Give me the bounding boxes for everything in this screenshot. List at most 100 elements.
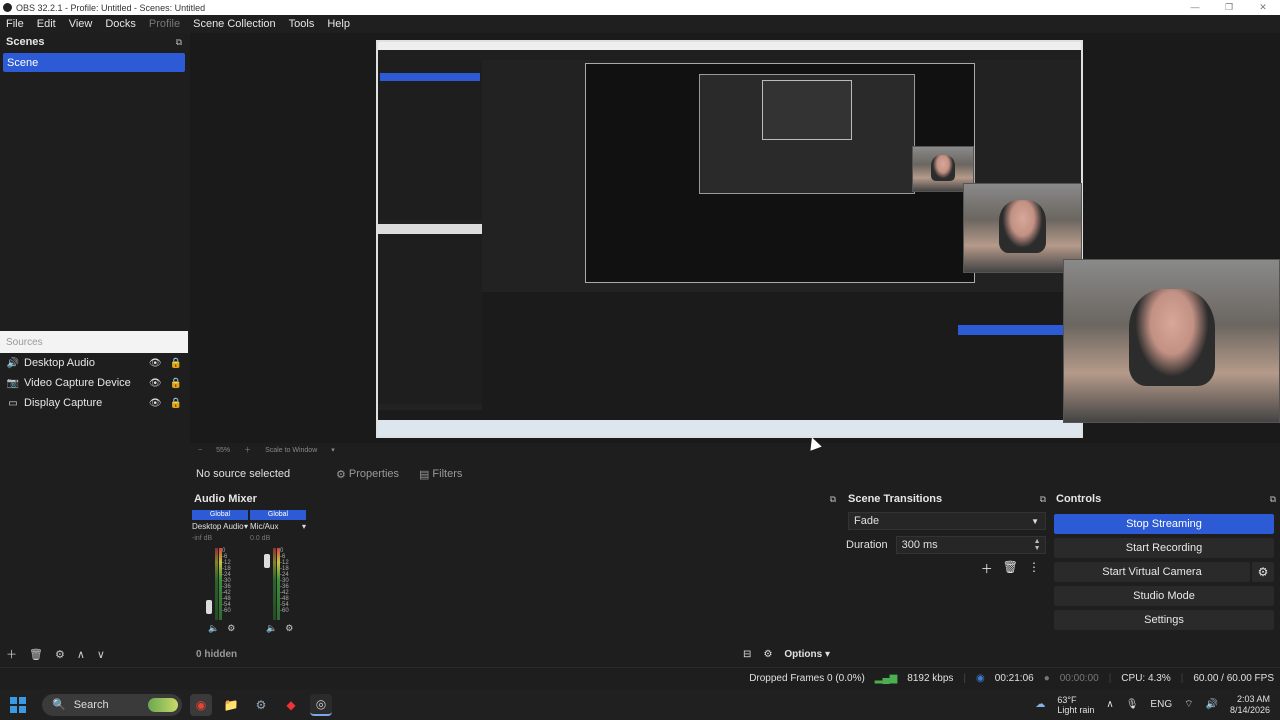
meter-bar xyxy=(215,548,218,620)
nested-scenes-dock xyxy=(378,60,482,220)
move-up-icon[interactable]: ∧ xyxy=(77,648,85,661)
virtual-camera-gear-icon[interactable]: ⚙ xyxy=(1252,562,1274,582)
search-label: Search xyxy=(73,698,109,711)
scale-mode-select[interactable]: Scale to Window xyxy=(265,447,317,454)
filters-button[interactable]: ▤ Filters xyxy=(419,468,462,481)
more-options-icon[interactable]: ⋮ xyxy=(1028,560,1040,577)
advanced-audio-gear-icon[interactable]: ⚙ xyxy=(763,649,772,660)
remove-source-icon[interactable]: 🗑 xyxy=(29,648,43,661)
sources-header: Sources xyxy=(0,331,188,353)
webcam-feed[interactable] xyxy=(1063,259,1280,423)
maximize-button[interactable]: ❐ xyxy=(1212,2,1246,13)
source-display-capture[interactable]: ▭ Display Capture 👁 🔒 xyxy=(0,393,188,413)
wifi-icon[interactable]: ⌔ xyxy=(1184,698,1193,711)
volume-meter: 0 -6 -12 -18 -24 -30 -36 -42 -48 -54 -60 xyxy=(264,548,304,620)
channel-name-row: Desktop Audio ▾ xyxy=(192,522,248,531)
lock-icon[interactable]: 🔒 xyxy=(170,358,182,369)
chevron-down-icon[interactable]: ▾ xyxy=(331,446,335,454)
nested-inner-preview xyxy=(699,74,915,194)
zoom-out-icon[interactable]: − xyxy=(198,447,202,454)
transition-actions: ＋ 🗑 ⋮ xyxy=(981,560,1040,577)
separator: | xyxy=(1180,673,1184,684)
close-button[interactable]: ✕ xyxy=(1246,2,1280,13)
language-indicator[interactable]: ENG xyxy=(1150,699,1172,710)
chevron-down-icon[interactable]: ▾ xyxy=(302,522,306,531)
obs-taskbar-icon[interactable]: ◎ xyxy=(310,693,332,716)
scene-item[interactable]: Scene xyxy=(3,53,185,72)
options-button[interactable]: Options ▾ xyxy=(784,649,830,660)
settings-app-icon[interactable]: ⚙ xyxy=(250,694,272,716)
chevron-up-icon[interactable]: ∧ xyxy=(1106,699,1113,710)
system-clock[interactable]: 2:03 AM 8/14/2026 xyxy=(1230,694,1270,716)
taskbar-search[interactable]: 🔍 Search xyxy=(42,693,182,716)
add-source-icon[interactable]: ＋ xyxy=(6,646,17,662)
camera-icon: 📷 xyxy=(6,377,20,389)
menu-docks[interactable]: Docks xyxy=(105,18,136,30)
window-titlebar: OBS 32.2.1 - Profile: Untitled - Scenes:… xyxy=(0,0,1280,15)
menu-tools[interactable]: Tools xyxy=(289,18,315,30)
menu-edit[interactable]: Edit xyxy=(37,18,56,30)
start-recording-button[interactable]: Start Recording xyxy=(1054,538,1274,558)
audio-mixer-header: Audio Mixer ⧉ xyxy=(190,490,840,508)
dock-float-icon[interactable]: ⧉ xyxy=(1270,494,1276,505)
stop-streaming-button[interactable]: Stop Streaming xyxy=(1054,514,1274,534)
transition-select[interactable]: Fade ▼ xyxy=(848,512,1046,530)
source-settings-gear-icon[interactable]: ⚙ xyxy=(55,648,65,661)
window-controls: — ❐ ✕ xyxy=(1178,2,1280,13)
visibility-eye-icon[interactable]: 👁 xyxy=(149,398,162,409)
menu-view[interactable]: View xyxy=(69,18,93,30)
dock-float-icon[interactable]: ⧉ xyxy=(830,494,836,505)
volume-icon[interactable]: 🔊 xyxy=(1206,699,1218,710)
visibility-eye-icon[interactable]: 👁 xyxy=(149,378,162,389)
start-virtual-camera-button[interactable]: Start Virtual Camera xyxy=(1054,562,1250,582)
weather-widget[interactable]: 63°F Light rain xyxy=(1057,695,1094,715)
volume-fader[interactable] xyxy=(264,554,270,568)
dock-float-icon[interactable]: ⧉ xyxy=(1040,494,1046,505)
menu-help[interactable]: Help xyxy=(327,18,350,30)
layout-toggle-icon[interactable]: ⊟ xyxy=(743,649,751,660)
source-video-capture-device[interactable]: 📷 Video Capture Device 👁 🔒 xyxy=(0,373,188,393)
microphone-icon[interactable]: 🎙 xyxy=(1126,699,1139,710)
audio-mixer-title: Audio Mixer xyxy=(194,493,257,505)
add-transition-icon[interactable]: ＋ xyxy=(981,560,993,577)
channel-settings-icon[interactable]: ⚙ xyxy=(227,623,235,634)
app-icon[interactable]: ◆ xyxy=(280,694,302,716)
speaker-icon[interactable]: 🔈 xyxy=(266,623,277,634)
dock-float-icon[interactable]: ⧉ xyxy=(176,37,182,48)
channel-name: Desktop Audio xyxy=(192,522,244,531)
speaker-icon[interactable]: 🔈 xyxy=(208,623,219,634)
channel-settings-icon[interactable]: ⚙ xyxy=(285,623,293,634)
volume-meter: 0 -6 -12 -18 -24 -30 -36 -42 -48 -54 -60 xyxy=(206,548,246,620)
chevron-down-icon[interactable]: ▾ xyxy=(244,522,248,531)
nested-scene-item xyxy=(380,73,480,81)
spin-arrows-icon[interactable]: ▲ ▼ xyxy=(1034,538,1045,552)
nested-menubar xyxy=(378,50,1081,60)
properties-button[interactable]: ⚙ Properties xyxy=(336,468,399,481)
studio-mode-button[interactable]: Studio Mode xyxy=(1054,586,1274,606)
zoom-in-icon[interactable]: ＋ xyxy=(244,445,251,455)
file-explorer-icon[interactable]: 📁 xyxy=(220,694,242,716)
visibility-eye-icon[interactable]: 👁 xyxy=(149,358,162,369)
minimize-button[interactable]: — xyxy=(1178,2,1212,13)
move-down-icon[interactable]: ∨ xyxy=(97,648,105,661)
settings-button[interactable]: Settings xyxy=(1054,610,1274,630)
lock-icon[interactable]: 🔒 xyxy=(170,398,182,409)
volume-fader[interactable] xyxy=(206,600,212,614)
chrome-icon[interactable]: ◉ xyxy=(190,693,212,716)
source-name: Desktop Audio xyxy=(24,357,95,369)
menu-file[interactable]: File xyxy=(6,18,24,30)
menu-scene-collection[interactable]: Scene Collection xyxy=(193,18,276,30)
duration-spinbox[interactable]: 300 ms ▲ ▼ xyxy=(895,536,1046,554)
nested-lower-docks xyxy=(482,292,1081,417)
lock-icon[interactable]: 🔒 xyxy=(170,378,182,389)
nested-inner-preview-2 xyxy=(762,80,852,140)
source-desktop-audio[interactable]: 🔊 Desktop Audio 👁 🔒 xyxy=(0,353,188,373)
remove-transition-icon[interactable]: 🗑 xyxy=(1003,560,1018,577)
sources-toolbar: ＋ 🗑 ⚙ ∧ ∨ xyxy=(0,643,188,665)
menu-profile[interactable]: Profile xyxy=(149,18,180,30)
recording-icon: ● xyxy=(1043,673,1050,684)
windows-start-icon[interactable] xyxy=(10,696,26,713)
weather-desc: Light rain xyxy=(1057,704,1095,715)
duration-value: 300 ms xyxy=(901,539,938,551)
fps: 60.00 / 60.00 FPS xyxy=(1193,673,1274,684)
